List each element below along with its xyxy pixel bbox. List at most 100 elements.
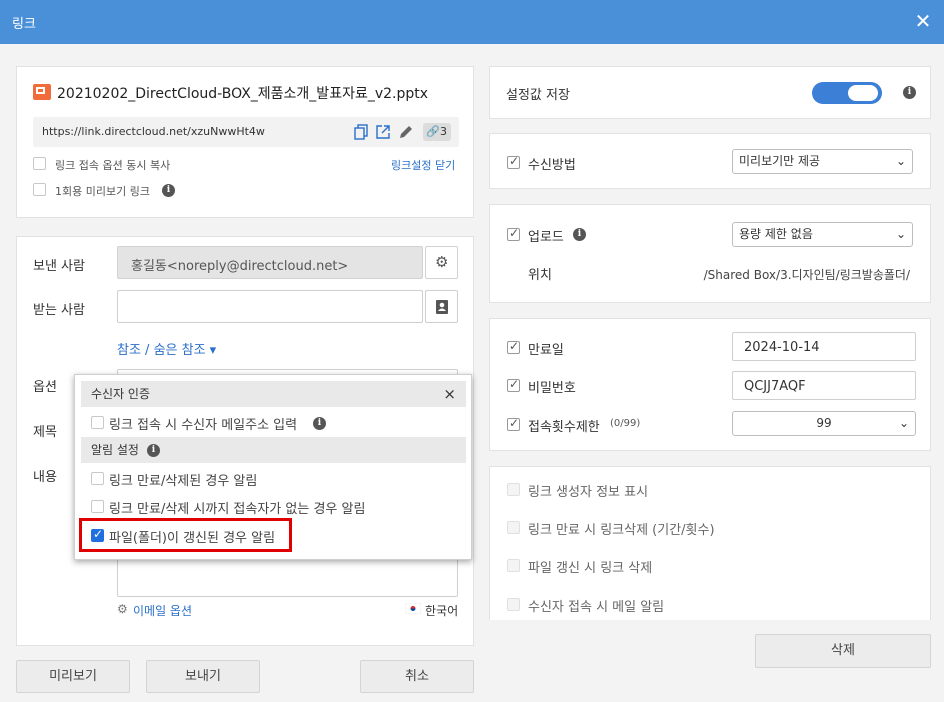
copy-option-checkbox[interactable] bbox=[33, 157, 46, 170]
sender-field: 홍길동<noreply@directcloud.net> bbox=[117, 246, 423, 279]
send-button[interactable]: 보내기 bbox=[146, 660, 260, 693]
recipient-auth-title: 수신자 인증 bbox=[91, 387, 151, 401]
pptx-file-icon bbox=[33, 84, 51, 100]
info-icon[interactable]: i bbox=[573, 228, 586, 241]
notify-no-access-label: 링크 만료/삭제 시까지 접속자가 없는 경우 알림 bbox=[109, 502, 366, 517]
cancel-button[interactable]: 취소 bbox=[360, 660, 474, 693]
auto-delete-checkbox[interactable] bbox=[507, 521, 520, 534]
notify-expired-label: 링크 만료/삭제된 경우 알림 bbox=[109, 474, 258, 489]
edit-icon[interactable] bbox=[398, 124, 414, 140]
save-settings-label: 설정값 저장 bbox=[506, 88, 570, 103]
notify-no-access-checkbox[interactable] bbox=[91, 500, 104, 513]
receive-method-panel: 수신방법 미리보기만 제공 ⌄ bbox=[489, 133, 931, 189]
subject-label: 제목 bbox=[33, 425, 57, 440]
show-creator-label: 링크 생성자 정보 표시 bbox=[528, 485, 649, 500]
access-limit-select[interactable]: 99 ⌄ bbox=[732, 411, 916, 436]
notify-on-access-checkbox[interactable] bbox=[507, 598, 520, 611]
chevron-down-icon: ⌄ bbox=[898, 416, 909, 430]
access-limit-value: 99 bbox=[816, 416, 832, 430]
file-name: 20210202_DirectCloud-BOX_제품소개_발표자료_v2.pp… bbox=[57, 86, 429, 102]
popup-close-icon[interactable]: × bbox=[443, 381, 456, 407]
notify-on-access-label: 수신자 접속 시 메일 알림 bbox=[528, 600, 665, 615]
dialog-title: 링크 bbox=[12, 17, 36, 32]
link-restrictions-panel: 만료일 2024-10-14 비밀번호 QCJJ7AQF 접속횟수제한 (0/9… bbox=[489, 318, 931, 451]
access-limit-label: 접속횟수제한 bbox=[528, 420, 600, 435]
close-link-settings[interactable]: 링크설정 닫기 bbox=[391, 157, 455, 173]
save-settings-toggle[interactable] bbox=[812, 82, 882, 104]
body-label: 내용 bbox=[33, 470, 57, 485]
file-panel: 20210202_DirectCloud-BOX_제품소개_발표자료_v2.pp… bbox=[16, 66, 474, 218]
notify-expired-checkbox[interactable] bbox=[91, 472, 104, 485]
email-options-link[interactable]: 이메일 옵션 bbox=[133, 602, 192, 619]
language-selector[interactable]: 한국어 bbox=[425, 602, 458, 619]
notify-file-updated-checkbox[interactable] bbox=[91, 527, 104, 542]
toggle-knob bbox=[848, 85, 878, 101]
recipient-auth-header: 수신자 인증 × bbox=[81, 381, 466, 407]
auto-delete-label: 링크 만료 시 링크삭제 (기간/횟수) bbox=[528, 523, 715, 538]
delete-on-update-checkbox[interactable] bbox=[507, 559, 520, 572]
notify-file-updated-option[interactable]: 파일(폴더)이 갱신된 경우 알림 bbox=[91, 527, 275, 546]
close-icon[interactable]: ✕ bbox=[912, 10, 934, 32]
link-url[interactable]: https://link.directcloud.net/xzuNwwHt4w bbox=[42, 125, 265, 138]
upload-checkbox[interactable] bbox=[507, 226, 520, 241]
password-label: 비밀번호 bbox=[528, 381, 576, 396]
notification-settings-title: 알림 설정 bbox=[91, 443, 139, 457]
upload-panel: 업로드 i 용량 제한 없음 ⌄ 위치 /Shared Box/3.디자인팀/링… bbox=[489, 204, 931, 303]
notify-no-access-option[interactable]: 링크 만료/삭제 시까지 접속자가 없는 경우 알림 bbox=[91, 498, 365, 517]
receive-method-label: 수신방법 bbox=[528, 158, 576, 173]
korea-flag-icon bbox=[405, 603, 421, 614]
link-url-box: https://link.directcloud.net/xzuNwwHt4w … bbox=[33, 117, 459, 147]
chevron-down-icon: ⌄ bbox=[895, 227, 906, 241]
receive-method-select[interactable]: 미리보기만 제공 ⌄ bbox=[732, 149, 913, 174]
location-value: /Shared Box/3.디자인팀/링크발송폴더/ bbox=[703, 268, 910, 282]
notification-options-popup: 수신자 인증 × 링크 접속 시 수신자 메일주소 입력 i 알림 설정 i 링… bbox=[74, 374, 472, 560]
open-link-icon[interactable] bbox=[375, 124, 391, 140]
gear-icon: ⚙ bbox=[435, 253, 449, 271]
address-book-button[interactable] bbox=[425, 290, 458, 323]
preview-button[interactable]: 미리보기 bbox=[16, 660, 130, 693]
password-value: QCJJ7AQF bbox=[744, 379, 806, 394]
sender-label: 보낸 사람 bbox=[33, 259, 85, 274]
chevron-down-icon: ⌄ bbox=[895, 154, 906, 168]
notification-settings-header: 알림 설정 i bbox=[81, 437, 466, 463]
expiry-date-value: 2024-10-14 bbox=[744, 340, 820, 355]
access-limit-range: (0/99) bbox=[610, 418, 641, 429]
sender-settings-button[interactable]: ⚙ bbox=[425, 246, 458, 279]
options-label: 옵션 bbox=[33, 380, 57, 395]
receive-method-value: 미리보기만 제공 bbox=[739, 154, 821, 168]
enter-email-label: 링크 접속 시 수신자 메일주소 입력 bbox=[109, 418, 298, 433]
expiry-checkbox[interactable] bbox=[507, 339, 520, 354]
copy-icon[interactable] bbox=[353, 124, 369, 140]
access-limit-checkbox[interactable] bbox=[507, 416, 520, 431]
upload-label: 업로드 bbox=[528, 230, 564, 245]
link-count-badge[interactable]: 🔗 3 bbox=[423, 123, 451, 141]
upload-limit-value: 용량 제한 없음 bbox=[739, 227, 813, 241]
enter-email-checkbox[interactable] bbox=[91, 416, 104, 429]
expiry-label: 만료일 bbox=[528, 343, 564, 358]
password-checkbox[interactable] bbox=[507, 377, 520, 392]
info-icon[interactable]: i bbox=[903, 86, 916, 99]
recipient-label: 받는 사람 bbox=[33, 303, 85, 318]
one-time-preview-label: 1회용 미리보기 링크 bbox=[55, 185, 150, 198]
upload-limit-select[interactable]: 용량 제한 없음 ⌄ bbox=[732, 222, 913, 247]
expiry-date-input[interactable]: 2024-10-14 bbox=[732, 332, 916, 361]
info-icon[interactable]: i bbox=[147, 444, 160, 457]
save-settings-panel: 설정값 저장 i bbox=[489, 66, 931, 119]
notify-expired-option[interactable]: 링크 만료/삭제된 경우 알림 bbox=[91, 470, 257, 489]
info-icon[interactable]: i bbox=[313, 417, 326, 430]
location-label: 위치 bbox=[528, 268, 552, 283]
delete-on-update-label: 파일 갱신 시 링크 삭제 bbox=[528, 561, 653, 576]
recipient-input[interactable] bbox=[117, 290, 423, 323]
info-icon[interactable]: i bbox=[162, 184, 175, 197]
gear-icon: ⚙ bbox=[117, 602, 128, 616]
link-count: 3 bbox=[440, 125, 447, 138]
address-book-icon bbox=[436, 300, 448, 314]
show-creator-checkbox[interactable] bbox=[507, 483, 520, 496]
password-input[interactable]: QCJJ7AQF bbox=[732, 371, 916, 400]
cc-bcc-link[interactable]: 참조 / 숨은 참조 ▾ bbox=[117, 339, 216, 358]
enter-email-option[interactable]: 링크 접속 시 수신자 메일주소 입력 i bbox=[91, 414, 326, 433]
receive-method-checkbox[interactable] bbox=[507, 154, 520, 169]
copy-option-label: 링크 접속 옵션 동시 복사 bbox=[55, 159, 171, 172]
delete-button[interactable]: 삭제 bbox=[755, 634, 931, 668]
one-time-preview-checkbox[interactable] bbox=[33, 183, 46, 196]
